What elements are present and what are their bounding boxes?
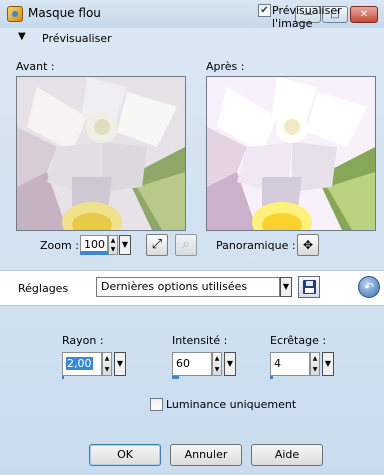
ok-button[interactable]: OK bbox=[89, 444, 161, 466]
preview-image-checkbox[interactable]: ✔ bbox=[258, 4, 271, 17]
luminance-label[interactable]: Luminance uniquement bbox=[166, 398, 296, 411]
save-settings-button[interactable] bbox=[298, 276, 320, 298]
flower-image bbox=[17, 77, 185, 230]
radius-dropdown-button[interactable]: ▼ bbox=[114, 352, 126, 376]
after-preview[interactable] bbox=[206, 76, 376, 231]
clipping-label: Ecrêtage : bbox=[270, 334, 327, 347]
intensity-label: Intensité : bbox=[172, 334, 228, 347]
intensity-stepper[interactable]: ▲ ▼ bbox=[212, 352, 222, 376]
triangle-down-icon[interactable]: ▼ bbox=[18, 31, 26, 42]
settings-dropdown-button[interactable]: ▼ bbox=[280, 277, 292, 297]
zoom-dropdown-button[interactable]: ▼ bbox=[119, 235, 131, 255]
luminance-checkbox[interactable] bbox=[150, 398, 163, 411]
zoom-stepper[interactable]: ▲ ▼ bbox=[108, 235, 118, 255]
intensity-dropdown-button[interactable]: ▼ bbox=[224, 352, 236, 376]
window-title: Masque flou bbox=[28, 6, 101, 20]
clipping-bar bbox=[270, 376, 273, 379]
cancel-button[interactable]: Annuler bbox=[170, 444, 242, 466]
after-label: Après : bbox=[206, 60, 245, 73]
clipping-dropdown-button[interactable]: ▼ bbox=[322, 352, 334, 376]
reset-arrow-icon[interactable]: ↶ bbox=[358, 276, 380, 298]
flower-image-sharpened bbox=[207, 77, 375, 230]
help-button[interactable]: Aide bbox=[251, 444, 323, 466]
floppy-disk-icon bbox=[303, 280, 316, 294]
preview-image-label[interactable]: Prévisualiser l'image bbox=[272, 4, 384, 30]
fit-window-icon[interactable]: ⤢ bbox=[146, 234, 168, 256]
radius-input[interactable]: 2,00 bbox=[62, 352, 102, 376]
zoom-bar bbox=[80, 251, 108, 255]
intensity-input[interactable]: 60 bbox=[172, 352, 212, 376]
intensity-bar bbox=[172, 376, 179, 379]
before-label: Avant : bbox=[16, 60, 55, 73]
preview-header: ▼ Prévisualiser bbox=[0, 28, 384, 52]
zoom-actual-icon[interactable]: ⌕ bbox=[175, 234, 197, 256]
pan-label: Panoramique : bbox=[216, 239, 296, 252]
before-preview[interactable] bbox=[16, 76, 186, 231]
clipping-input[interactable]: 4 bbox=[270, 352, 310, 376]
zoom-label: Zoom : bbox=[40, 239, 79, 252]
move-cross-icon[interactable]: ✥ bbox=[297, 234, 319, 256]
preview-section-label: Prévisualiser bbox=[42, 32, 112, 45]
radius-bar bbox=[62, 376, 64, 379]
settings-label: Réglages bbox=[18, 282, 69, 295]
clipping-stepper[interactable]: ▲ ▼ bbox=[310, 352, 320, 376]
dialog-window: Masque flou — □ ✕ ▼ Prévisualiser ✔ Prév… bbox=[0, 0, 384, 475]
app-icon bbox=[7, 6, 23, 22]
radius-label: Rayon : bbox=[62, 334, 104, 347]
settings-select[interactable]: Dernières options utilisées bbox=[96, 277, 280, 297]
radius-stepper[interactable]: ▲ ▼ bbox=[102, 352, 112, 376]
radius-value: 2,00 bbox=[66, 357, 93, 370]
